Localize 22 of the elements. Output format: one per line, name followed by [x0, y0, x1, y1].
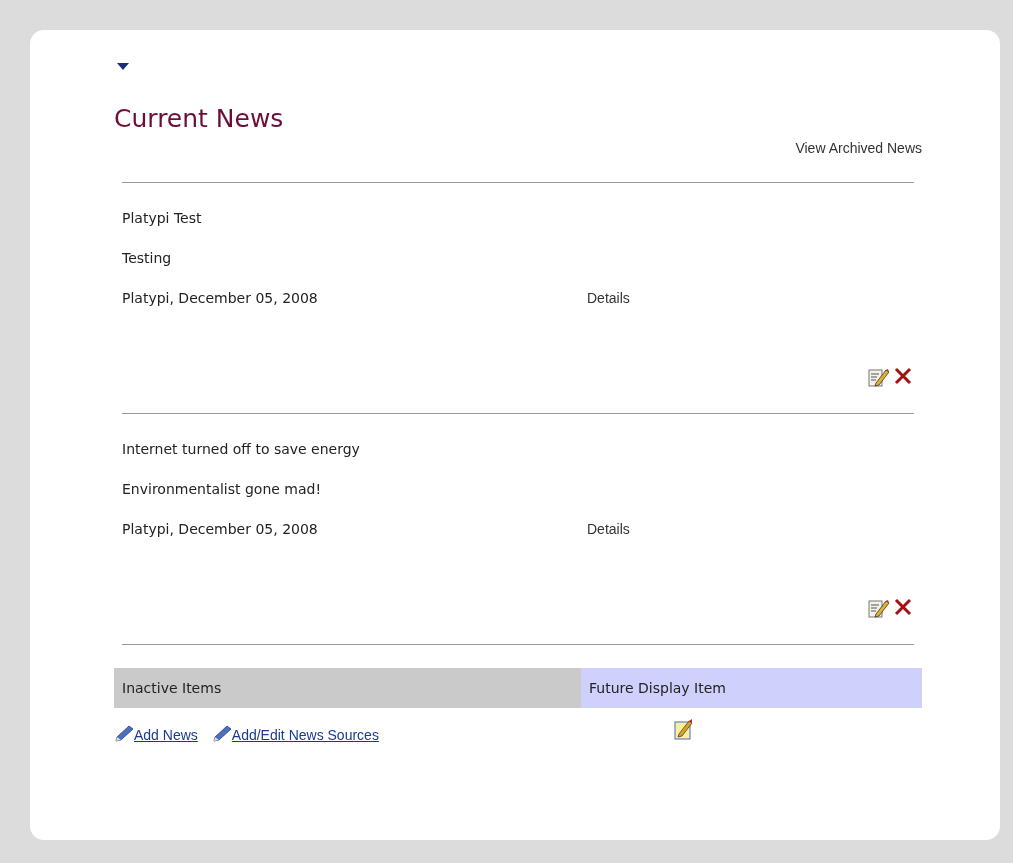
details-link[interactable]: Details: [587, 289, 630, 307]
pencil-icon: [211, 725, 232, 743]
news-body: Testing: [121, 249, 173, 267]
add-link[interactable]: Add/Edit News Sources: [231, 727, 379, 743]
page-title: Current News: [114, 104, 285, 134]
archive-link[interactable]: View Archived News: [795, 140, 922, 156]
future-display-header: Future Display Item: [581, 668, 922, 708]
delete-icon[interactable]: [894, 367, 912, 385]
news-byline: Platypi, December 05, 2008: [122, 520, 319, 538]
news-title: Internet turned off to save energy: [121, 440, 361, 458]
pencil-icon: [114, 725, 134, 743]
details-link[interactable]: Details: [587, 520, 630, 538]
edit-icon[interactable]: [868, 598, 890, 618]
collapse-caret-icon[interactable]: [117, 63, 129, 70]
add-link[interactable]: Add News: [134, 727, 198, 743]
delete-icon[interactable]: [894, 598, 912, 616]
news-body: Environmentalist gone mad!: [121, 480, 323, 498]
news-byline: Platypi, December 05, 2008: [122, 289, 319, 307]
inactive-items-header: Inactive Items: [114, 668, 581, 708]
news-title: Platypi Test: [121, 209, 203, 227]
edit-icon[interactable]: [868, 367, 890, 387]
edit-note-icon[interactable]: [674, 718, 694, 740]
